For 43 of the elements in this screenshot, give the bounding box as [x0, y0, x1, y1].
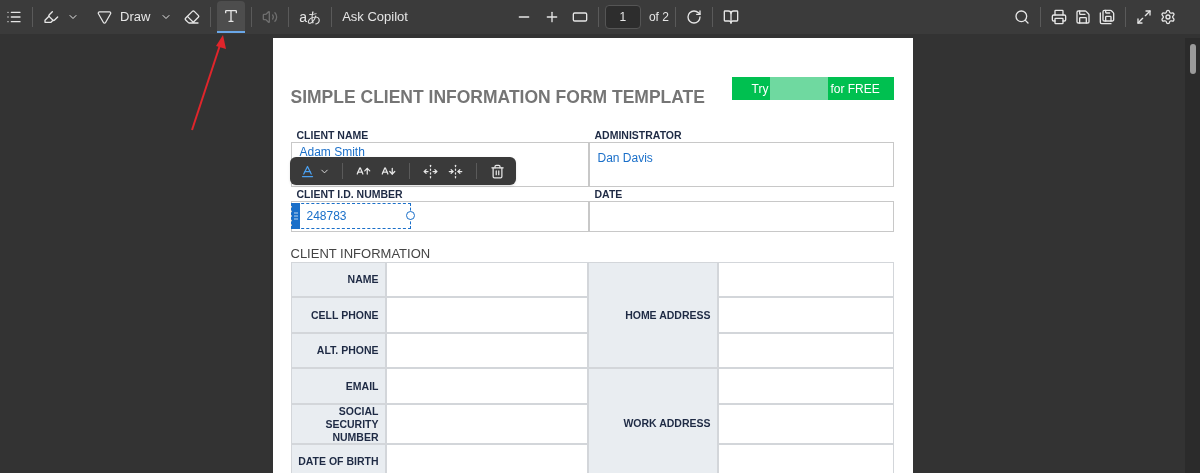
document-title: SIMPLE CLIENT INFORMATION FORM TEMPLATE: [290, 86, 705, 109]
grip-handle-icon[interactable]: [291, 203, 300, 230]
row-label: SOCIAL SECURITY NUMBER: [290, 404, 386, 445]
section-title: CLIENT INFORMATION: [290, 246, 432, 263]
row-label: EMAIL: [290, 368, 386, 405]
input-field[interactable]: [385, 297, 588, 334]
promo-text: Try: [751, 80, 769, 98]
field-label: CLIENT I.D. NUMBER: [296, 187, 404, 202]
input-field[interactable]: [385, 444, 588, 473]
input-field[interactable]: [717, 368, 894, 405]
input-field[interactable]: [385, 333, 588, 369]
input-field[interactable]: [717, 333, 894, 369]
scrollbar[interactable]: [1185, 38, 1200, 473]
field-value: 248783: [306, 208, 347, 226]
input-field[interactable]: [385, 262, 588, 298]
text-tool-icon[interactable]: [217, 1, 246, 33]
group-label: HOME ADDRESS: [587, 262, 718, 369]
font-color-icon: [299, 163, 315, 179]
promo-text: for FREE: [830, 80, 880, 98]
input-field[interactable]: [717, 444, 894, 473]
resize-handle-icon[interactable]: [405, 211, 415, 221]
input-field[interactable]: [385, 368, 588, 405]
field-value: Dan Davis: [597, 150, 653, 168]
input-field[interactable]: [385, 404, 588, 445]
input-field[interactable]: [717, 404, 894, 445]
page-number-field[interactable]: 1: [604, 5, 641, 29]
row-label: NAME: [290, 262, 386, 298]
ask-copilot-button[interactable]: Ask Copilot: [338, 1, 412, 33]
group-label: WORK ADDRESS: [587, 368, 718, 473]
pen-tip-icon: [97, 9, 112, 25]
row-label: DATE OF BIRTH: [290, 444, 386, 473]
blurred-area: [770, 77, 829, 100]
input-field[interactable]: [717, 262, 894, 298]
row-label: ALT. PHONE: [290, 333, 386, 369]
field-label: DATE: [594, 187, 624, 202]
row-label: CELL PHONE: [290, 297, 386, 334]
input-field[interactable]: [717, 297, 894, 334]
field-value: Adam Smith: [299, 144, 365, 162]
field-label: CLIENT NAME: [296, 128, 370, 143]
field-label: ADMINISTRATOR: [594, 128, 683, 143]
translate-button[interactable]: aあ: [295, 1, 326, 33]
page-count: of 2: [648, 9, 669, 26]
draw-button[interactable]: Draw: [93, 1, 155, 33]
